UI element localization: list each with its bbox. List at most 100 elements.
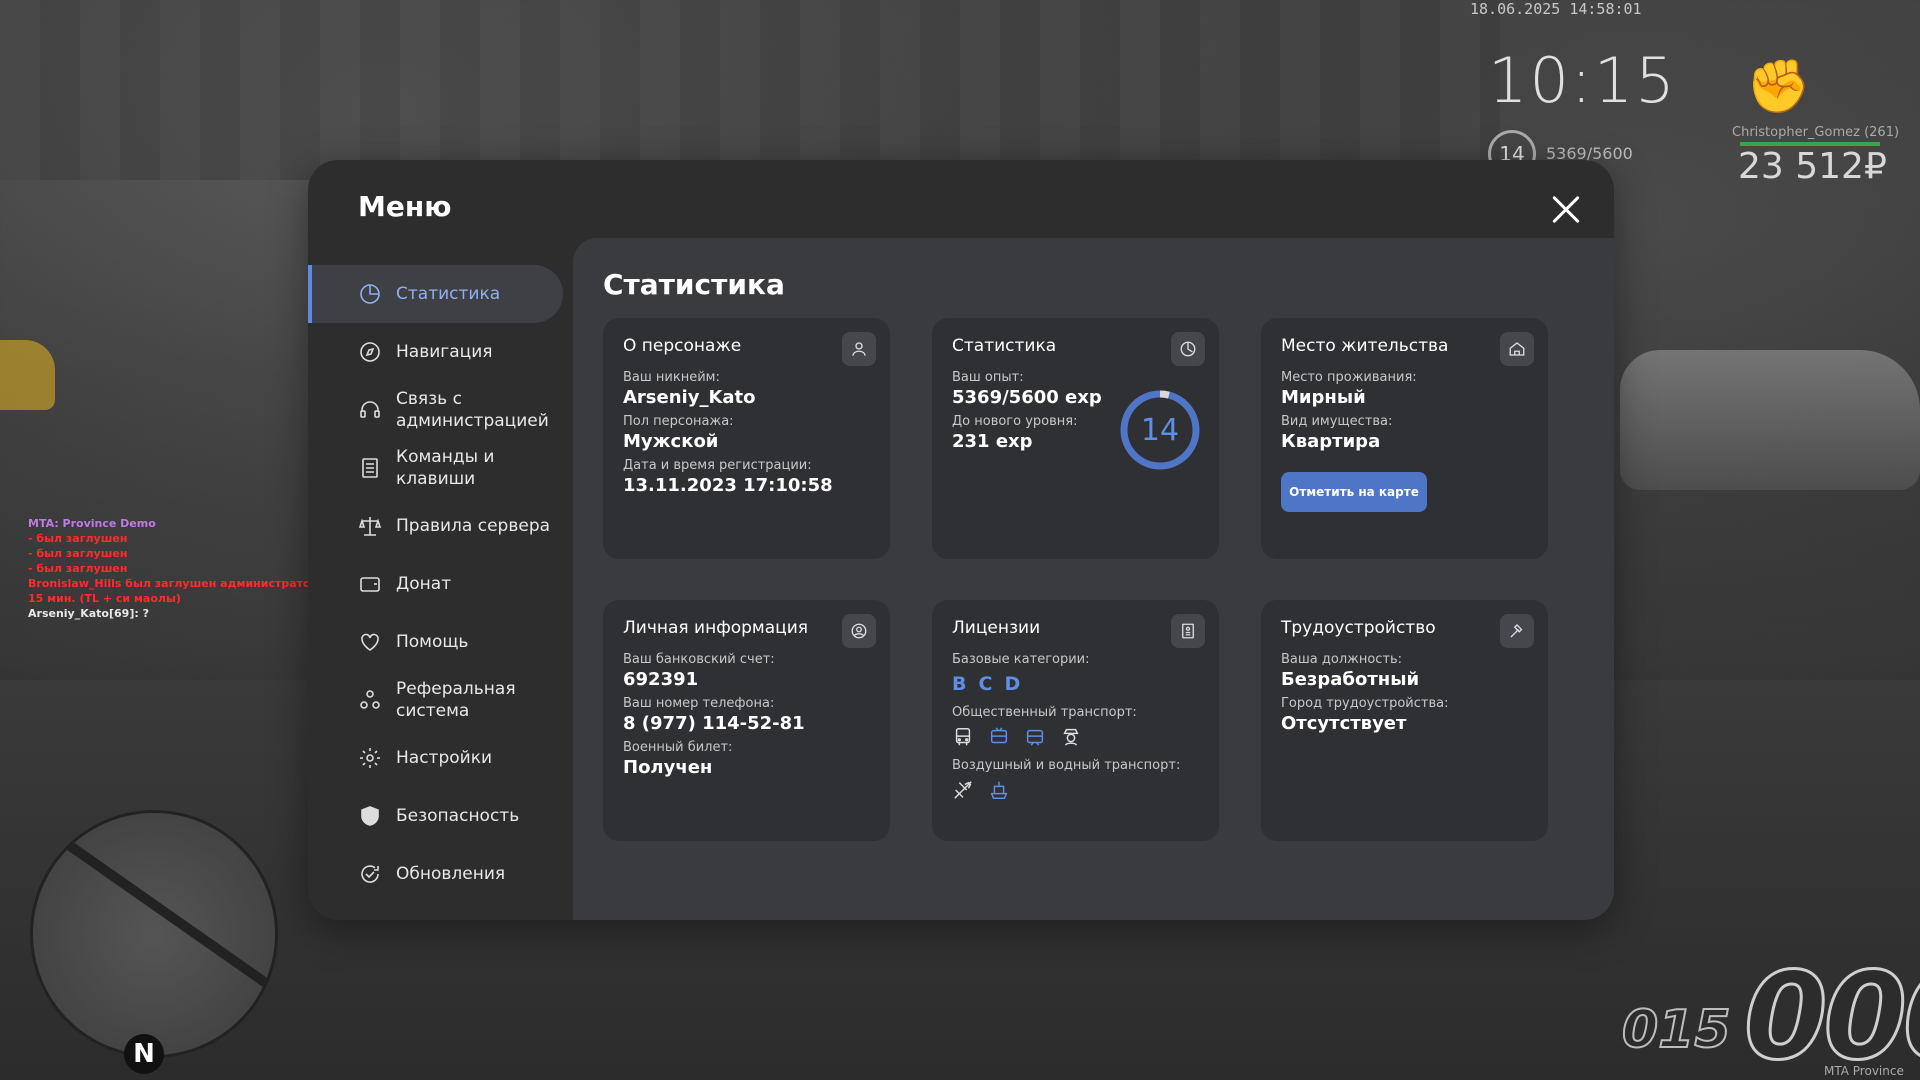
sidebar-item-label: Безопасность — [396, 806, 520, 826]
document-icon — [362, 458, 378, 478]
registration-label: Дата и время регистрации: — [623, 458, 812, 473]
minimap-north-indicator: N — [124, 1034, 164, 1074]
exp-label: Ваш опыт: — [952, 370, 1024, 385]
compass-icon — [360, 342, 380, 362]
fuel-readout: 015 — [1621, 999, 1732, 1061]
sidebar-item-label: Помощь — [396, 632, 469, 652]
sidebar-item-label: Команды и клавиши — [396, 447, 495, 489]
main-menu-window: Меню Статистика Навигация Связь с админи… — [308, 160, 1614, 920]
license-category-d: D — [1004, 673, 1021, 695]
home-icon — [1500, 332, 1534, 366]
job-position-value: Безработный — [1281, 669, 1420, 690]
airplane-icon — [954, 781, 972, 799]
menu-sidebar: Статистика Навигация Связь с администрац… — [308, 265, 563, 903]
headset-icon — [360, 401, 380, 418]
sidebar-item-label: Связь с администрацией — [396, 389, 549, 431]
sidebar-item-contact-admin[interactable]: Связь с администрацией — [308, 381, 563, 439]
gender-label: Пол персонажа: — [623, 414, 734, 429]
nickname-label: Ваш никнейм: — [623, 370, 720, 385]
card-character: О персонаже Ваш никнейм: Arseniy_Kato По… — [603, 318, 890, 559]
card-title: О персонаже — [623, 336, 742, 356]
bank-account-value: 692391 — [623, 669, 699, 690]
sidebar-item-updates[interactable]: Обновления — [308, 845, 563, 903]
menu-title: Меню — [358, 190, 452, 223]
minimap — [30, 810, 278, 1058]
card-title: Статистика — [952, 336, 1057, 356]
sidebar-item-help[interactable]: Помощь — [308, 613, 563, 671]
refresh-check-icon — [361, 865, 379, 883]
sidebar-item-statistics[interactable]: Статистика — [308, 265, 563, 323]
public-transport-icons — [952, 726, 1199, 748]
mark-on-map-button[interactable]: Отметить на карте — [1281, 472, 1427, 512]
hud-clock: 10:15 — [1488, 44, 1677, 117]
taxi-driver-icon — [1063, 728, 1079, 746]
sidebar-item-rules[interactable]: Правила сервера — [308, 497, 563, 555]
trolleybus-icon — [990, 727, 1008, 744]
sidebar-item-label: Донат — [396, 574, 452, 594]
sidebar-item-donate[interactable]: Донат — [308, 555, 563, 613]
sidebar-item-security[interactable]: Безопасность — [308, 787, 563, 845]
license-category-b: B — [952, 673, 967, 695]
hammer-icon — [1500, 614, 1534, 648]
card-statistics: Статистика Ваш опыт: 5369/5600 exp До но… — [932, 318, 1219, 559]
gender-value: Мужской — [623, 431, 719, 452]
pie-chart-icon — [360, 284, 380, 304]
content-panel: Статистика О персонаже Ваш никнейм: Arse… — [573, 238, 1614, 920]
bus-icon — [955, 728, 971, 746]
tram-icon — [1026, 729, 1044, 746]
referral-icon — [360, 690, 380, 709]
scales-icon — [358, 517, 382, 536]
sidebar-item-settings[interactable]: Настройки — [308, 729, 563, 787]
hud-datetime: 18.06.2025 14:58:01 — [1470, 0, 1642, 18]
sidebar-item-navigation[interactable]: Навигация — [308, 323, 563, 381]
user-circle-icon — [842, 614, 876, 648]
wallet-icon — [360, 577, 380, 592]
sidebar-item-label: Настройки — [396, 748, 493, 768]
pie-chart-icon — [1171, 332, 1205, 366]
content-title: Статистика — [603, 268, 785, 301]
license-category-c: C — [978, 673, 993, 695]
bank-account-label: Ваш банковский счет: — [623, 652, 775, 667]
residence-place-label: Место проживания: — [1281, 370, 1417, 385]
job-city-label: Город трудоустройства: — [1281, 696, 1449, 711]
base-categories-label: Базовые категории: — [952, 652, 1090, 667]
phone-label: Ваш номер телефона: — [623, 696, 775, 711]
sidebar-item-commands[interactable]: Команды и клавиши — [308, 439, 563, 497]
military-id-label: Военный билет: — [623, 740, 733, 755]
level-number: 14 — [1140, 412, 1180, 448]
gear-icon — [360, 748, 380, 768]
residence-place-value: Мирный — [1281, 387, 1366, 408]
job-city-value: Отсутствует — [1281, 713, 1407, 734]
sidebar-item-label: Обновления — [396, 864, 506, 884]
user-icon — [842, 332, 876, 366]
close-button[interactable] — [1546, 190, 1586, 230]
card-title: Трудоустройство — [1281, 618, 1436, 638]
sidebar-item-label: Навигация — [396, 342, 493, 362]
license-categories: B C D — [952, 673, 1199, 695]
license-document-icon — [1171, 614, 1205, 648]
registration-value: 13.11.2023 17:10:58 — [623, 475, 833, 496]
speed-readout: 000 — [1743, 947, 1920, 1080]
military-id-value: Получен — [623, 757, 713, 778]
background-buildings — [0, 0, 1500, 180]
card-employment: Трудоустройство Ваша должность: Безработ… — [1261, 600, 1548, 841]
nickname-value: Arseniy_Kato — [623, 387, 756, 408]
public-transport-label: Общественный транспорт: — [952, 705, 1137, 720]
sidebar-item-label: Статистика — [396, 284, 501, 304]
server-tag: MTA Province #4 — [1824, 1064, 1904, 1080]
fist-icon: ✊ — [1746, 57, 1811, 117]
card-title: Лицензии — [952, 618, 1041, 638]
air-water-transport-label: Воздушный и водный транспорт: — [952, 758, 1181, 773]
card-title: Личная информация — [623, 618, 809, 638]
air-water-transport-icons — [952, 779, 1199, 801]
shield-icon — [361, 806, 379, 826]
job-position-label: Ваша должность: — [1281, 652, 1403, 667]
card-residence: Место жительства Место проживания: Мирны… — [1261, 318, 1548, 559]
heart-hand-icon — [361, 633, 379, 651]
card-personal-info: Личная информация Ваш банковский счет: 6… — [603, 600, 890, 841]
phone-value: 8 (977) 114-52-81 — [623, 713, 805, 734]
property-type-label: Вид имущества: — [1281, 414, 1393, 429]
sidebar-item-referral[interactable]: Реферальная система — [308, 671, 563, 729]
property-type-value: Квартира — [1281, 431, 1381, 452]
card-title: Место жительства — [1281, 336, 1449, 356]
